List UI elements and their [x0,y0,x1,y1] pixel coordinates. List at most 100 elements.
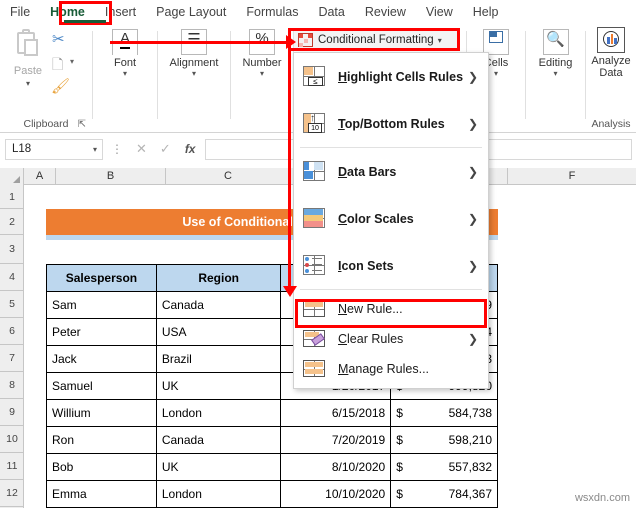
cell-region: London [155,399,282,427]
analyze-data-button[interactable]: Analyze Data [586,27,636,79]
icon-sets-icon [302,254,326,277]
currency-symbol: $ [396,487,403,501]
cell-region: UK [155,453,282,481]
menu-item-manage-rules[interactable]: Manage Rules... [294,354,488,384]
chevron-right-icon: ❯ [467,332,478,346]
name-box-value: L18 [12,143,32,155]
cell-salesperson: Emma [46,480,157,508]
menu-item-highlight-cells-rules[interactable]: ≤ Highlight Cells Rules ❯ [294,53,488,100]
select-all-corner[interactable] [0,168,24,185]
confirm-entry-icon[interactable]: ✓ [160,141,171,157]
menu-divider [300,289,482,290]
table-row[interactable]: Willium London 6/15/2018 $ 584,738 [46,399,498,427]
menu-item-label: Manage Rules... [338,362,430,376]
paste-icon [15,29,41,61]
copy-icon[interactable]: 🗋 [52,54,63,78]
currency-symbol: $ [396,406,403,420]
tab-page-layout[interactable]: Page Layout [146,0,236,25]
formula-bar-dots-icon: ⋮ [111,142,123,156]
menu-item-label: Highlight Cells Rules [338,69,464,84]
sales-value: 557,832 [448,460,492,474]
copy-chevron-down-icon[interactable]: ▾ [70,57,74,66]
row-header-8[interactable]: 8 [0,372,24,399]
top-bottom-rules-icon: ↑ 10 [302,112,326,135]
alignment-chevron-down-icon[interactable]: ▾ [158,70,230,78]
name-box[interactable]: L18 ▾ [5,138,103,160]
table-row[interactable]: Ron Canada 7/20/2019 $ 598,210 [46,426,498,454]
chevron-right-icon: ❯ [467,116,478,131]
column-header-b[interactable]: B [56,168,166,185]
sales-value: 584,738 [448,406,492,420]
menu-item-data-bars[interactable]: Data Bars ❯ [294,148,488,195]
cell-region: Brazil [155,345,282,373]
cell-sales: $ 784,367 [390,480,498,508]
cell-salesperson: Ron [46,426,157,454]
cell-date: 7/20/2019 [280,426,392,454]
font-button[interactable]: A Font ▾ [93,29,157,78]
alignment-button[interactable]: ☰ Alignment ▾ [158,29,230,78]
row-header-6[interactable]: 6 [0,318,24,345]
editing-chevron-down-icon[interactable]: ▾ [526,70,585,78]
annotation-arrowhead-down [283,286,297,297]
row-header-9[interactable]: 9 [0,399,24,426]
group-label-analysis: Analysis [591,118,631,130]
cell-sales: $ 598,210 [390,426,498,454]
chevron-right-icon: ❯ [467,164,478,179]
column-header-a[interactable]: A [24,168,56,185]
sales-value: 784,367 [448,487,492,501]
paste-chevron-down-icon[interactable]: ▾ [6,80,50,88]
row-header-4[interactable]: 4 [0,264,24,291]
ribbon-group-editing: 🔍 Editing ▾ [526,25,585,132]
paste-button[interactable]: Paste ▾ [6,29,50,88]
editing-button[interactable]: 🔍 Editing ▾ [526,29,585,78]
name-box-chevron-down-icon[interactable]: ▾ [93,145,97,154]
table-row[interactable]: Bob UK 8/10/2020 $ 557,832 [46,453,498,481]
tab-formulas[interactable]: Formulas [236,0,308,25]
row-header-11[interactable]: 11 [0,453,24,480]
row-header-2[interactable]: 2 [0,209,24,235]
paintbrush-icon[interactable]: 🖌 [51,77,70,95]
column-region: Region [155,264,282,292]
tab-data[interactable]: Data [308,0,354,25]
menu-item-icon-sets[interactable]: Icon Sets ❯ [294,242,488,289]
sales-value: 598,210 [448,433,492,447]
column-header-f[interactable]: F [508,168,636,185]
ribbon-group-analysis: Analyze Data Analysis [586,25,636,132]
dialog-launcher-icon[interactable]: ⇱ [78,119,86,130]
insert-function-icon[interactable]: fx [185,142,196,156]
watermark: wsxdn.com [574,492,630,504]
number-chevron-down-icon[interactable]: ▾ [231,70,293,78]
menu-item-color-scales[interactable]: Color Scales ❯ [294,195,488,242]
currency-symbol: $ [396,460,403,474]
row-header-3[interactable]: 3 [0,235,24,264]
row-header-10[interactable]: 10 [0,426,24,453]
data-bars-icon [302,160,326,183]
column-header-c[interactable]: C [166,168,291,185]
tab-view[interactable]: View [416,0,463,25]
menu-item-clear-rules[interactable]: Clear Rules ❯ [294,324,488,354]
cancel-entry-icon[interactable]: ✕ [136,141,147,157]
number-button[interactable]: % Number ▾ [231,29,293,78]
analyze-data-label-line1: Analyze [591,55,631,67]
tab-file[interactable]: File [0,0,40,25]
cell-salesperson: Jack [46,345,157,373]
tab-help[interactable]: Help [463,0,509,25]
cell-region: London [155,480,282,508]
row-header-5[interactable]: 5 [0,291,24,318]
table-row[interactable]: Emma London 10/10/2020 $ 784,367 [46,480,498,508]
row-header-1[interactable]: 1 [0,185,24,209]
paste-label: Paste [13,65,43,77]
annotation-box-new-rule [295,299,487,328]
cell-salesperson: Samuel [46,372,157,400]
scissors-icon[interactable]: ✂ [52,30,65,48]
cell-region: Canada [155,291,282,319]
font-chevron-down-icon[interactable]: ▾ [93,70,157,78]
tab-review[interactable]: Review [355,0,416,25]
menu-item-top-bottom-rules[interactable]: ↑ 10 Top/Bottom Rules ❯ [294,100,488,147]
cell-sales: $ 557,832 [390,453,498,481]
chevron-right-icon: ❯ [467,258,478,273]
row-header-12[interactable]: 12 [0,480,24,507]
menu-item-label: Color Scales [338,211,414,226]
manage-rules-icon [302,358,326,380]
row-header-7[interactable]: 7 [0,345,24,372]
